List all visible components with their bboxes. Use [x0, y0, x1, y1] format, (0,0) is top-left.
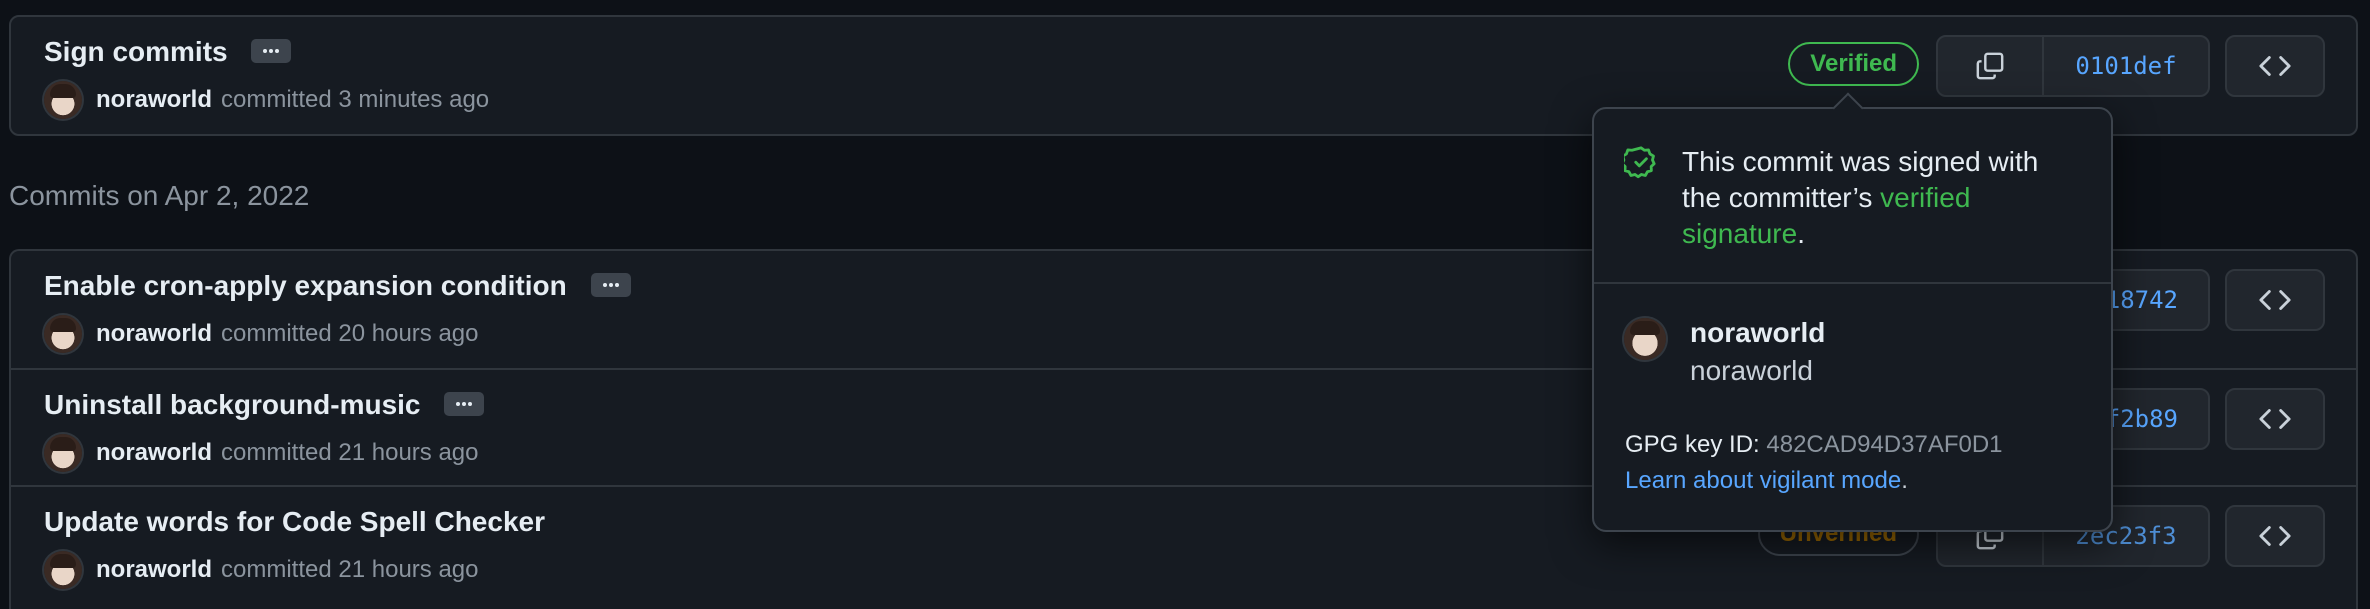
copy-icon: [1976, 52, 2004, 80]
signature-popover: This commit was signed with the committe…: [1592, 107, 2113, 532]
code-icon: [2259, 526, 2291, 546]
commit-title[interactable]: Uninstall background-music: [44, 389, 485, 421]
commit-title-text[interactable]: Update words for Code Spell Checker: [44, 506, 545, 537]
avatar[interactable]: [44, 434, 82, 472]
commit-meta: noraworld committed 21 hours ago: [44, 550, 479, 590]
commit-time: committed 3 minutes ago: [221, 86, 490, 113]
browse-code-button[interactable]: [2225, 35, 2325, 97]
browse-code-button[interactable]: [2225, 388, 2325, 450]
commit-title-text[interactable]: Sign commits: [44, 36, 228, 67]
commit-title[interactable]: Update words for Code Spell Checker: [44, 506, 545, 538]
commit-meta: noraworld committed 20 hours ago: [44, 314, 479, 354]
signature-message: This commit was signed with the committe…: [1682, 144, 2082, 252]
more-button[interactable]: [251, 38, 292, 63]
code-icon: [2259, 409, 2291, 429]
commit-time: committed 20 hours ago: [221, 320, 479, 347]
commit-time: committed 21 hours ago: [221, 439, 479, 466]
commit-title-text[interactable]: Uninstall background-music: [44, 389, 421, 420]
sha-link[interactable]: 0101def: [2044, 37, 2208, 95]
vigilant-mode-period: .: [1901, 467, 1908, 494]
verified-badge[interactable]: Verified: [1788, 42, 1919, 86]
commit-title[interactable]: Enable cron-apply expansion condition: [44, 270, 631, 302]
author-link[interactable]: noraworld: [96, 320, 212, 348]
signer-name[interactable]: noraworld: [1690, 317, 1825, 349]
commit-meta: noraworld committed 3 minutes ago: [44, 80, 489, 120]
avatar[interactable]: [44, 551, 82, 589]
check-circle-icon: [1624, 146, 1656, 179]
more-button[interactable]: [590, 272, 631, 297]
avatar[interactable]: [44, 81, 82, 119]
gpg-key-label: GPG key ID:: [1625, 431, 1760, 458]
signer-login: noraworld: [1690, 355, 1813, 386]
code-icon: [2259, 290, 2291, 310]
browse-code-button[interactable]: [2225, 269, 2325, 331]
copy-sha-button[interactable]: [1938, 37, 2044, 95]
author-link[interactable]: noraworld: [96, 556, 212, 584]
vigilant-mode-line: Learn about vigilant mode.: [1625, 467, 1908, 495]
signature-message-text: This commit was signed with the committe…: [1682, 146, 2039, 213]
browse-code-button[interactable]: [2225, 505, 2325, 567]
divider: [1594, 282, 2111, 284]
code-icon: [2259, 56, 2291, 76]
commit-title[interactable]: Sign commits: [44, 36, 292, 68]
sha-button-group: 0101def: [1936, 35, 2210, 97]
date-heading: Commits on Apr 2, 2022: [9, 180, 310, 211]
more-button[interactable]: [444, 391, 485, 416]
commit-time: committed 21 hours ago: [221, 556, 479, 583]
gpg-key-id: GPG key ID: 482CAD94D37AF0D1: [1625, 431, 2003, 459]
avatar[interactable]: [44, 315, 82, 353]
commit-title-text[interactable]: Enable cron-apply expansion condition: [44, 270, 567, 301]
author-link[interactable]: noraworld: [96, 439, 212, 467]
signature-message-end: .: [1797, 218, 1805, 249]
commit-meta: noraworld committed 21 hours ago: [44, 433, 479, 473]
gpg-key-value: 482CAD94D37AF0D1: [1766, 431, 2003, 458]
signer-avatar[interactable]: [1624, 318, 1666, 360]
author-link[interactable]: noraworld: [96, 86, 212, 114]
vigilant-mode-link[interactable]: Learn about vigilant mode: [1625, 467, 1901, 494]
